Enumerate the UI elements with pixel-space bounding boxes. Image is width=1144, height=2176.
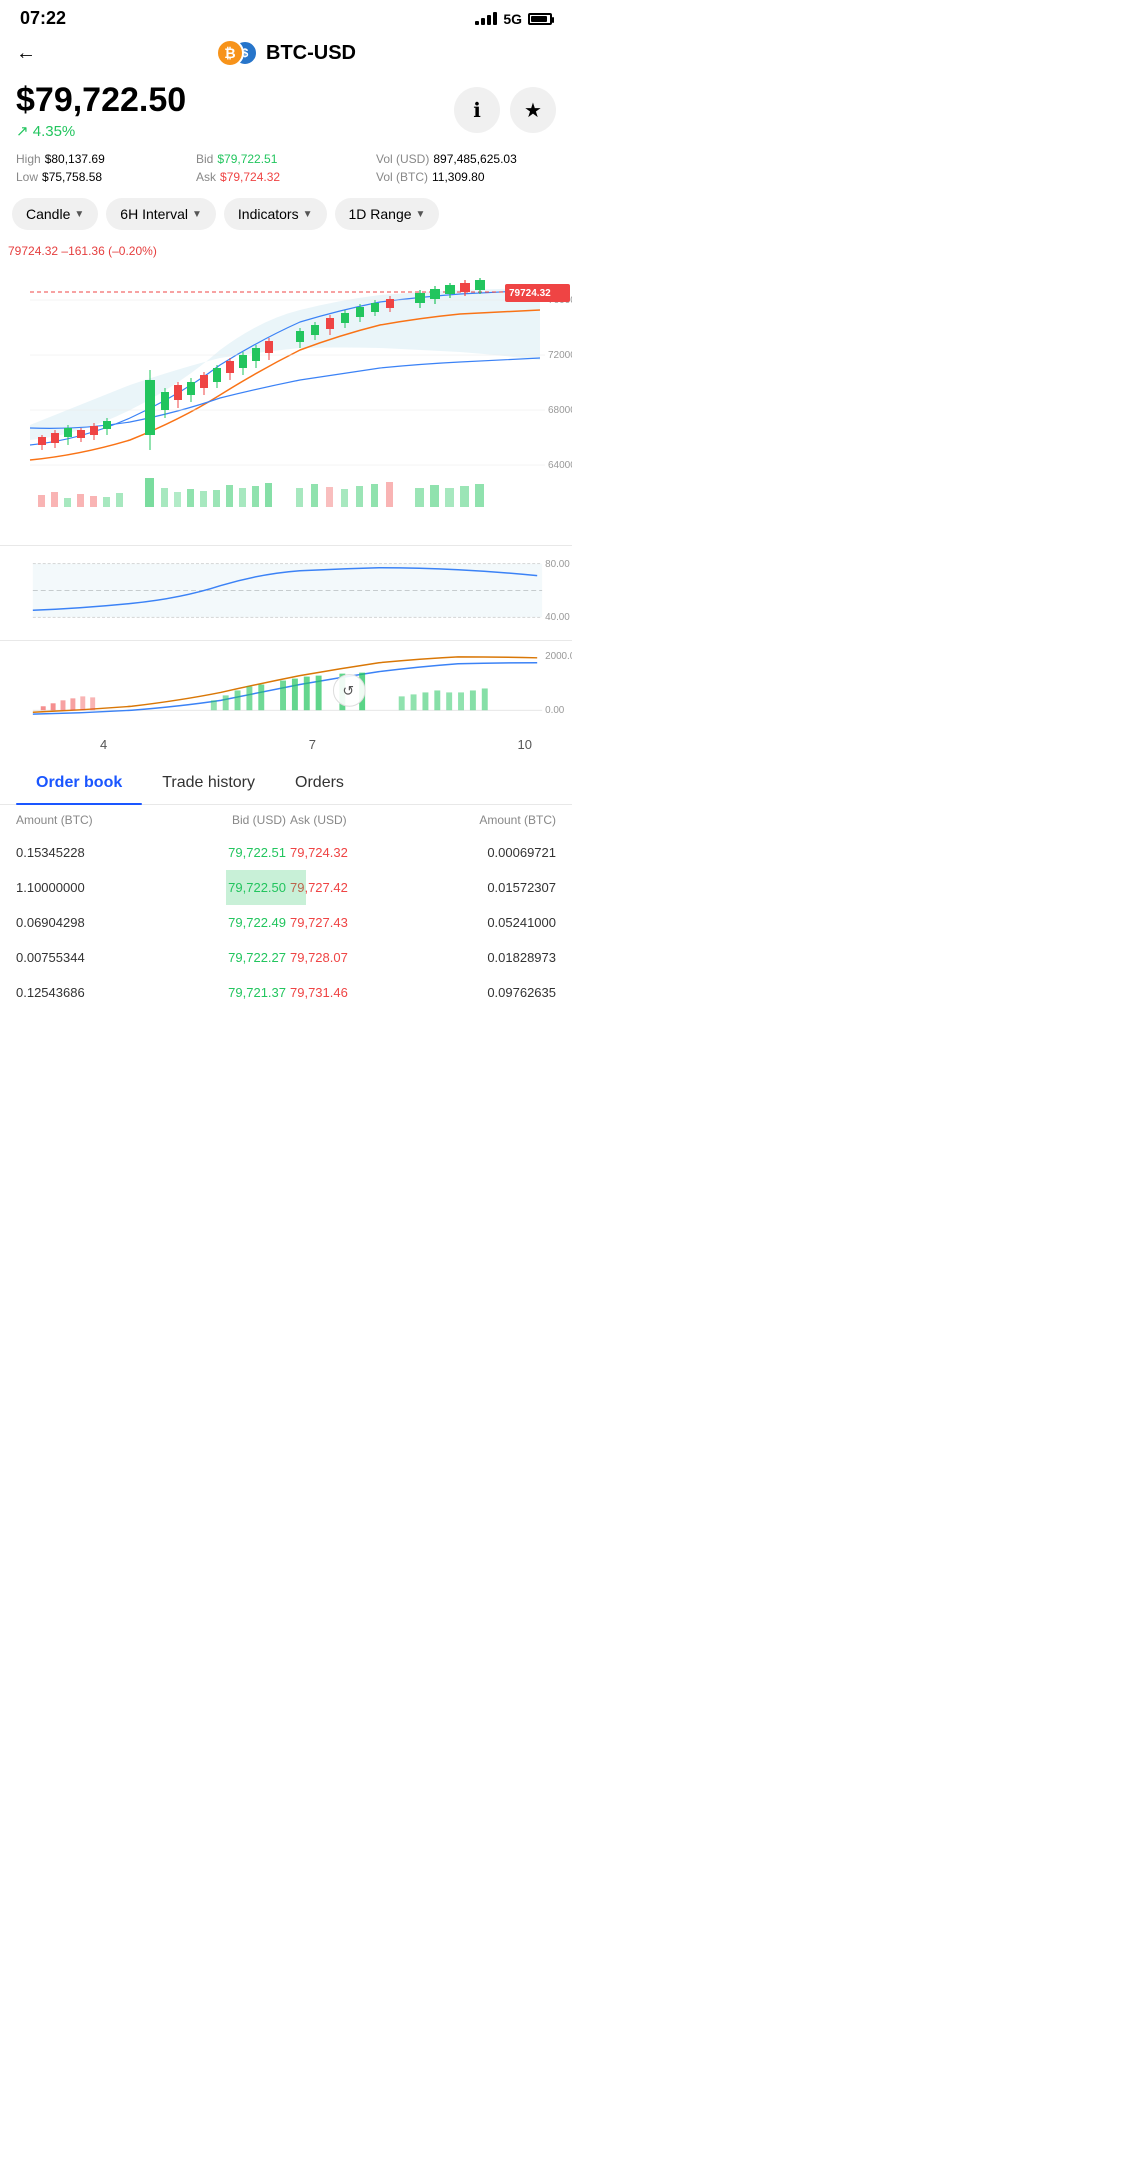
bid-price: 79,722.27 — [151, 950, 286, 965]
tab-trade-history[interactable]: Trade history — [142, 762, 275, 804]
col-header-bid: Bid (USD) — [151, 813, 286, 827]
amount-left: 0.06904298 — [16, 915, 151, 930]
svg-text:68000.00: 68000.00 — [548, 405, 572, 416]
time-label-4: 4 — [100, 737, 107, 752]
col-header-ask: Ask (USD) — [286, 813, 421, 827]
main-chart: 79724.32 –161.36 (–0.20%) — [0, 240, 572, 735]
bid-price: 79,722.49 — [151, 915, 286, 930]
header: ← ₿ $ BTC-USD — [0, 33, 572, 73]
order-row: 0.15345228 79,722.51 79,724.32 0.0006972… — [0, 835, 572, 870]
amount-right: 0.09762635 — [421, 985, 556, 1000]
price-change: ↗ 4.35% — [16, 122, 186, 140]
svg-text:40.00: 40.00 — [545, 612, 570, 623]
order-book-header: Amount (BTC) Bid (USD) Ask (USD) Amount … — [0, 805, 572, 835]
amount-left: 0.15345228 — [16, 845, 151, 860]
interval-label: 6H Interval — [120, 206, 188, 222]
bid-price: 79,722.50 — [151, 880, 286, 895]
range-filter[interactable]: 1D Range ▼ — [335, 198, 440, 230]
time-label-7: 7 — [309, 737, 316, 752]
ask-price: 79,727.43 — [286, 915, 421, 930]
tabs: Order book Trade history Orders — [0, 762, 572, 805]
oscillator2-svg: ↺ 2000.00 0.00 — [0, 640, 572, 730]
svg-text:72000.00: 72000.00 — [548, 350, 572, 361]
bid-price: 79,722.51 — [151, 845, 286, 860]
svg-text:64000.00: 64000.00 — [548, 460, 572, 471]
filter-row: Candle ▼ 6H Interval ▼ Indicators ▼ 1D R… — [0, 192, 572, 240]
stat-vol-usd: Vol (USD) 897,485,625.03 — [376, 152, 556, 166]
time-axis: 4 7 10 — [0, 735, 572, 758]
stat-vol-btc: Vol (BTC) 11,309.80 — [376, 170, 556, 184]
chart-current-price: 79724.32 — [8, 244, 58, 258]
order-row: 1.10000000 79,722.50 79,727.42 0.0157230… — [0, 870, 572, 905]
interval-filter[interactable]: 6H Interval ▼ — [106, 198, 216, 230]
candle-chevron: ▼ — [74, 209, 84, 220]
ask-price: 79,724.32 — [286, 845, 421, 860]
ask-price: 79,727.42 — [286, 880, 421, 895]
candle-filter[interactable]: Candle ▼ — [12, 198, 98, 230]
chart-container[interactable]: 79724.32 –161.36 (–0.20%) — [0, 240, 572, 758]
pair-title: ₿ $ BTC-USD — [216, 39, 356, 67]
svg-text:0.00: 0.00 — [545, 705, 565, 716]
battery-icon — [528, 13, 552, 25]
amount-right: 0.00069721 — [421, 845, 556, 860]
interval-chevron: ▼ — [192, 209, 202, 220]
amount-left: 1.10000000 — [16, 880, 151, 895]
price-main: $79,722.50 — [16, 81, 186, 120]
amount-right: 0.01828973 — [421, 950, 556, 965]
coin-icons: ₿ $ — [216, 39, 260, 67]
signal-icon — [475, 12, 497, 25]
ask-price: 79,731.46 — [286, 985, 421, 1000]
order-row: 0.00755344 79,722.27 79,728.07 0.0182897… — [0, 940, 572, 975]
svg-text:2000.00: 2000.00 — [545, 651, 572, 662]
svg-text:80.00: 80.00 — [545, 559, 570, 570]
watchlist-button[interactable]: ★ — [510, 87, 556, 133]
indicators-label: Indicators — [238, 206, 299, 222]
status-icons: 5G — [475, 11, 552, 27]
bid-price: 79,721.37 — [151, 985, 286, 1000]
ask-price: 79,728.07 — [286, 950, 421, 965]
back-button[interactable]: ← — [16, 42, 36, 65]
tab-orders[interactable]: Orders — [275, 762, 364, 804]
col-header-amount-l: Amount (BTC) — [16, 813, 151, 827]
col-header-amount-r: Amount (BTC) — [421, 813, 556, 827]
candle-label: Candle — [26, 206, 70, 222]
chart-price-change: –161.36 (–0.20%) — [61, 244, 156, 258]
tab-order-book[interactable]: Order book — [16, 762, 142, 804]
svg-text:79724.32: 79724.32 — [509, 288, 551, 299]
stats-grid: High $80,137.69 Bid $79,722.51 Vol (USD)… — [0, 148, 572, 192]
time-label-10: 10 — [518, 737, 532, 752]
range-label: 1D Range — [349, 206, 412, 222]
candlestick-svg: 76000.00 72000.00 68000.00 64000.00 7972… — [0, 240, 572, 540]
stat-high: High $80,137.69 — [16, 152, 196, 166]
btc-icon: ₿ — [216, 39, 244, 67]
order-row: 0.06904298 79,722.49 79,727.43 0.0524100… — [0, 905, 572, 940]
chart-overlay-info: 79724.32 –161.36 (–0.20%) — [8, 244, 157, 258]
amount-left: 0.12543686 — [16, 985, 151, 1000]
status-bar: 07:22 5G — [0, 0, 572, 33]
pair-label: BTC-USD — [266, 42, 356, 65]
svg-text:↺: ↺ — [342, 682, 354, 698]
network-label: 5G — [503, 11, 522, 27]
stat-ask: Ask $79,724.32 — [196, 170, 376, 184]
price-info: $79,722.50 ↗ 4.35% — [16, 81, 186, 140]
order-book-rows: 0.15345228 79,722.51 79,724.32 0.0006972… — [0, 835, 572, 1010]
indicators-chevron: ▼ — [303, 209, 313, 220]
range-chevron: ▼ — [416, 209, 426, 220]
price-actions: ℹ ★ — [454, 81, 556, 133]
stat-bid: Bid $79,722.51 — [196, 152, 376, 166]
price-section: $79,722.50 ↗ 4.35% ℹ ★ — [0, 73, 572, 148]
info-button[interactable]: ℹ — [454, 87, 500, 133]
amount-right: 0.01572307 — [421, 880, 556, 895]
stat-low: Low $75,758.58 — [16, 170, 196, 184]
oscillator1-svg: 80.00 40.00 — [0, 545, 572, 635]
order-row: 0.12543686 79,721.37 79,731.46 0.0976263… — [0, 975, 572, 1010]
status-time: 07:22 — [20, 8, 66, 29]
indicators-filter[interactable]: Indicators ▼ — [224, 198, 327, 230]
amount-right: 0.05241000 — [421, 915, 556, 930]
amount-left: 0.00755344 — [16, 950, 151, 965]
